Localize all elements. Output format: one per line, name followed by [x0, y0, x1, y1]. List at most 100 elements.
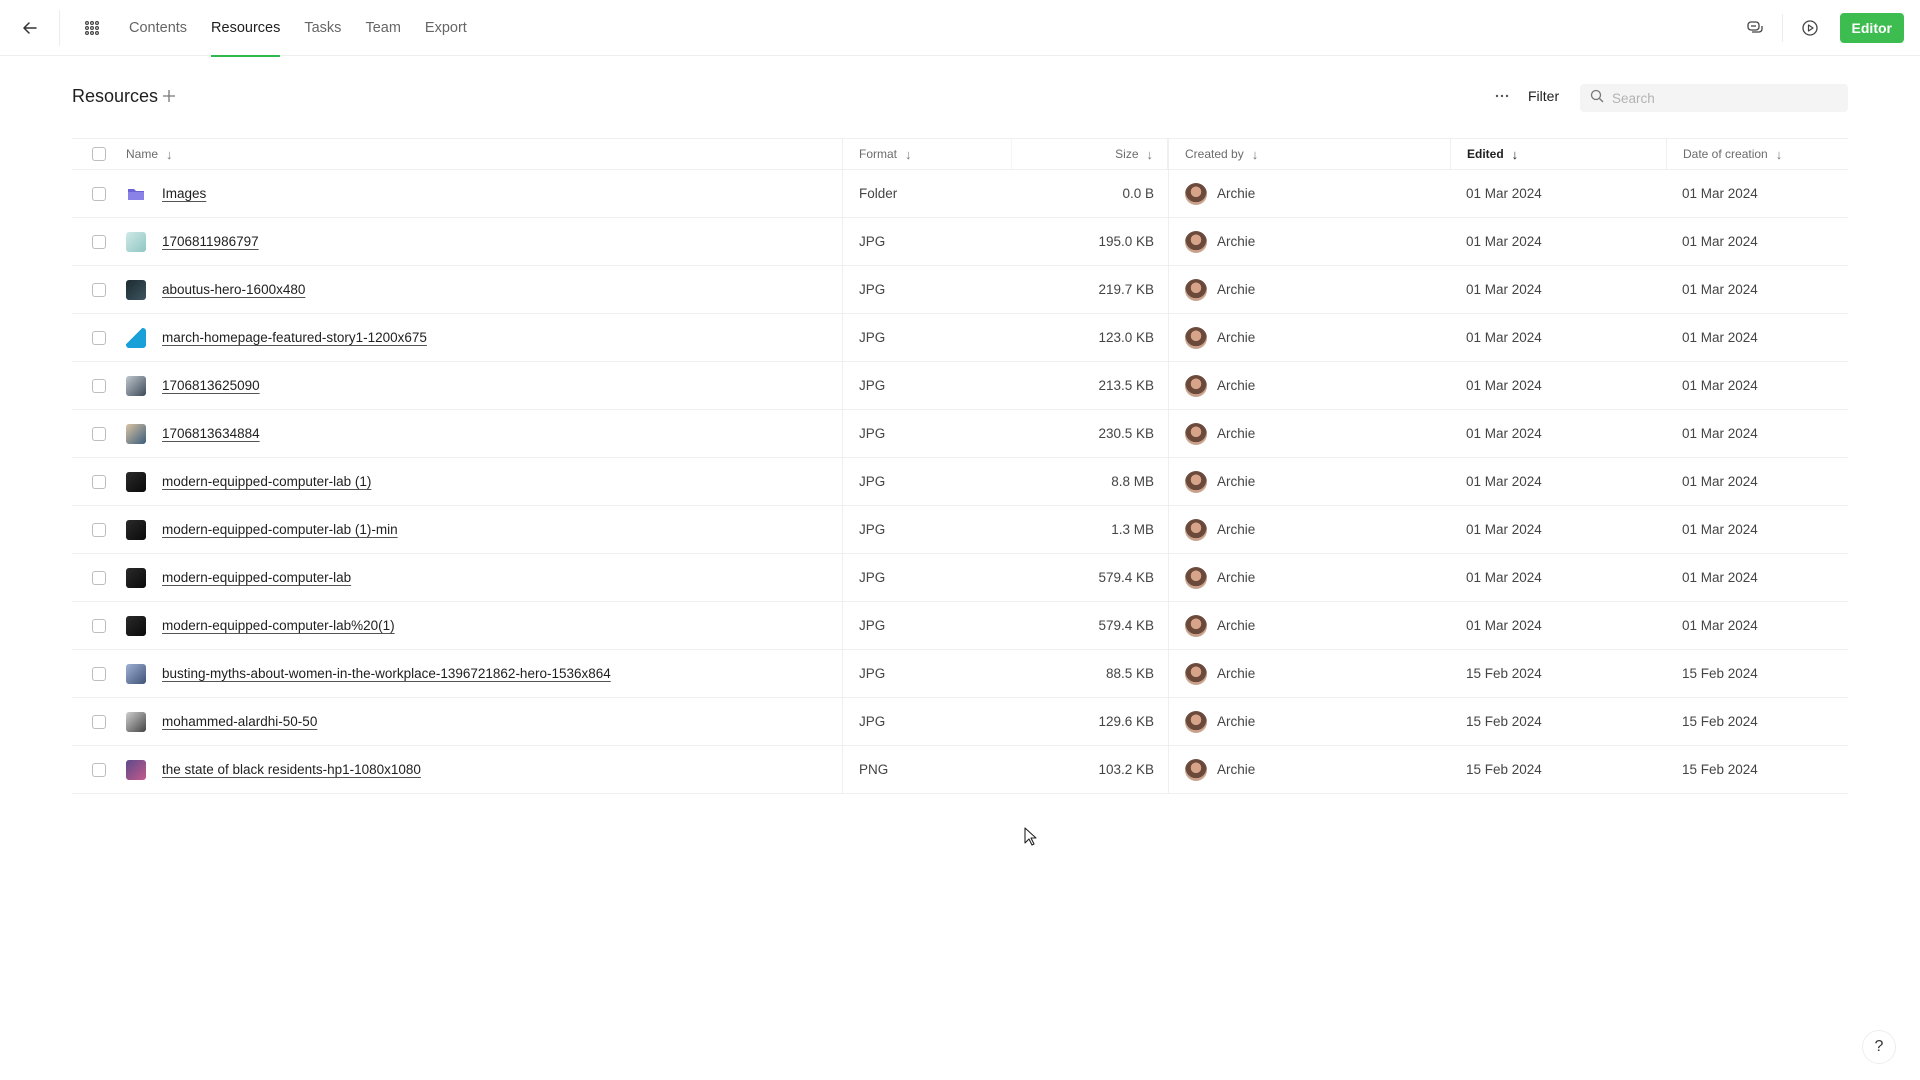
edited-cell: 15 Feb 2024 — [1466, 762, 1542, 777]
resource-name-link[interactable]: modern-equipped-computer-lab%20(1) — [162, 618, 395, 633]
back-arrow-icon[interactable] — [16, 14, 44, 42]
tab-resources[interactable]: Resources — [199, 0, 292, 57]
table-row[interactable]: the state of black residents-hp1-1080x10… — [72, 746, 1848, 794]
date-of-creation-cell: 01 Mar 2024 — [1682, 186, 1758, 201]
sort-arrow-icon[interactable]: ↓ — [905, 147, 912, 162]
image-thumbnail — [126, 519, 146, 540]
edited-cell: 01 Mar 2024 — [1466, 378, 1542, 393]
tab-contents[interactable]: Contents — [117, 0, 199, 56]
resource-name-link[interactable]: Images — [162, 186, 206, 201]
add-resource-icon[interactable] — [159, 86, 179, 106]
avatar — [1185, 710, 1207, 733]
mouse-cursor-icon — [1024, 827, 1037, 846]
preview-play-icon[interactable] — [1794, 12, 1826, 44]
resource-name-link[interactable]: the state of black residents-hp1-1080x10… — [162, 762, 421, 777]
edited-cell: 01 Mar 2024 — [1466, 186, 1542, 201]
row-checkbox[interactable] — [92, 762, 106, 777]
avatar — [1185, 758, 1207, 781]
resource-name-link[interactable]: mohammed-alardhi-50-50 — [162, 714, 317, 729]
image-thumbnail — [126, 231, 146, 252]
search-input[interactable] — [1612, 90, 1832, 106]
sort-arrow-icon[interactable]: ↓ — [1252, 147, 1259, 162]
sort-arrow-icon[interactable]: ↓ — [1147, 147, 1154, 162]
resource-name-link[interactable]: busting-myths-about-women-in-the-workpla… — [162, 666, 611, 681]
comments-icon[interactable] — [1739, 12, 1771, 44]
row-checkbox[interactable] — [92, 186, 106, 201]
edited-cell: 01 Mar 2024 — [1466, 234, 1542, 249]
filter-button[interactable]: Filter — [1528, 88, 1559, 104]
format-cell: Folder — [859, 186, 898, 201]
table-row[interactable]: mohammed-alardhi-50-50 JPG 129.6 KB Archie 1… — [72, 698, 1848, 746]
image-thumbnail — [126, 279, 146, 300]
format-cell: JPG — [859, 522, 886, 537]
sort-arrow-icon[interactable]: ↓ — [1512, 147, 1519, 162]
size-cell: 219.7 KB — [1098, 282, 1154, 297]
table-header: Name ↓ Format ↓ Size ↓ Created by ↓ Edit… — [72, 138, 1848, 170]
format-cell: JPG — [859, 378, 886, 393]
resource-name-link[interactable]: modern-equipped-computer-lab — [162, 570, 351, 585]
size-cell: 8.8 MB — [1111, 474, 1154, 489]
sort-arrow-icon[interactable]: ↓ — [166, 147, 173, 162]
image-thumbnail — [126, 567, 146, 588]
apps-grid-icon[interactable] — [78, 14, 106, 42]
format-cell: JPG — [859, 426, 886, 441]
row-checkbox[interactable] — [92, 522, 106, 537]
more-options-icon[interactable] — [1490, 84, 1514, 108]
tab-export[interactable]: Export — [413, 0, 479, 56]
resource-name-link[interactable]: march-homepage-featured-story1-1200x675 — [162, 330, 427, 345]
image-thumbnail — [126, 615, 146, 636]
resource-name-link[interactable]: modern-equipped-computer-lab (1) — [162, 474, 371, 489]
column-header-size[interactable]: Size — [1115, 147, 1138, 161]
created-by-cell: Archie — [1217, 234, 1256, 249]
row-checkbox[interactable] — [92, 378, 106, 393]
format-cell: JPG — [859, 474, 886, 489]
resource-name-link[interactable]: 1706813625090 — [162, 378, 260, 393]
table-row[interactable]: modern-equipped-computer-lab JPG 579.4 KB A… — [72, 554, 1848, 602]
table-row[interactable]: 1706813625090 JPG 213.5 KB Archie 01 Mar 202… — [72, 362, 1848, 410]
table-row[interactable]: 1706811986797 JPG 195.0 KB Archie 01 Mar 202… — [72, 218, 1848, 266]
image-thumbnail — [126, 711, 146, 732]
row-checkbox[interactable] — [92, 474, 106, 489]
table-row[interactable]: 1706813634884 JPG 230.5 KB Archie 01 Mar 202… — [72, 410, 1848, 458]
column-header-format[interactable]: Format — [859, 147, 897, 161]
row-checkbox[interactable] — [92, 234, 106, 249]
table-row[interactable]: Images Folder 0.0 B Archie 01 Mar 2024 01 Mar… — [72, 170, 1848, 218]
table-row[interactable]: modern-equipped-computer-lab (1) JPG 8.8 M… — [72, 458, 1848, 506]
created-by-cell: Archie — [1217, 762, 1256, 777]
edited-cell: 01 Mar 2024 — [1466, 426, 1542, 441]
row-checkbox[interactable] — [92, 714, 106, 729]
table-row[interactable]: modern-equipped-computer-lab%20(1) JPG 579… — [72, 602, 1848, 650]
resource-name-link[interactable]: aboutus-hero-1600x480 — [162, 282, 305, 297]
table-row[interactable]: aboutus-hero-1600x480 JPG 219.7 KB Archie 01… — [72, 266, 1848, 314]
sort-arrow-icon[interactable]: ↓ — [1776, 147, 1783, 162]
column-header-created-by[interactable]: Created by — [1185, 147, 1244, 161]
resource-name-link[interactable]: 1706813634884 — [162, 426, 260, 441]
avatar — [1185, 470, 1207, 493]
image-thumbnail — [126, 423, 146, 444]
row-checkbox[interactable] — [92, 330, 106, 345]
column-header-edited[interactable]: Edited — [1467, 147, 1504, 161]
tab-team[interactable]: Team — [353, 0, 412, 56]
format-cell: JPG — [859, 234, 886, 249]
table-row[interactable]: march-homepage-featured-story1-1200x675 J… — [72, 314, 1848, 362]
column-header-name[interactable]: Name — [126, 147, 158, 161]
row-checkbox[interactable] — [92, 426, 106, 441]
date-of-creation-cell: 01 Mar 2024 — [1682, 426, 1758, 441]
resource-name-link[interactable]: 1706811986797 — [162, 234, 259, 249]
resource-name-link[interactable]: modern-equipped-computer-lab (1)-min — [162, 522, 398, 537]
row-checkbox[interactable] — [92, 618, 106, 633]
column-header-date-of-creation[interactable]: Date of creation — [1683, 147, 1768, 161]
table-row[interactable]: busting-myths-about-women-in-the-workpla… — [72, 650, 1848, 698]
editor-button[interactable]: Editor — [1839, 13, 1904, 43]
search-box — [1580, 84, 1848, 112]
select-all-checkbox[interactable] — [92, 147, 106, 161]
row-checkbox[interactable] — [92, 570, 106, 585]
table-row[interactable]: modern-equipped-computer-lab (1)-min JPG 1… — [72, 506, 1848, 554]
tab-tasks[interactable]: Tasks — [292, 0, 353, 56]
divider — [59, 10, 60, 46]
folder-icon — [126, 184, 146, 204]
row-checkbox[interactable] — [92, 282, 106, 297]
help-button[interactable]: ? — [1862, 1030, 1896, 1064]
created-by-cell: Archie — [1217, 714, 1256, 729]
row-checkbox[interactable] — [92, 666, 106, 681]
